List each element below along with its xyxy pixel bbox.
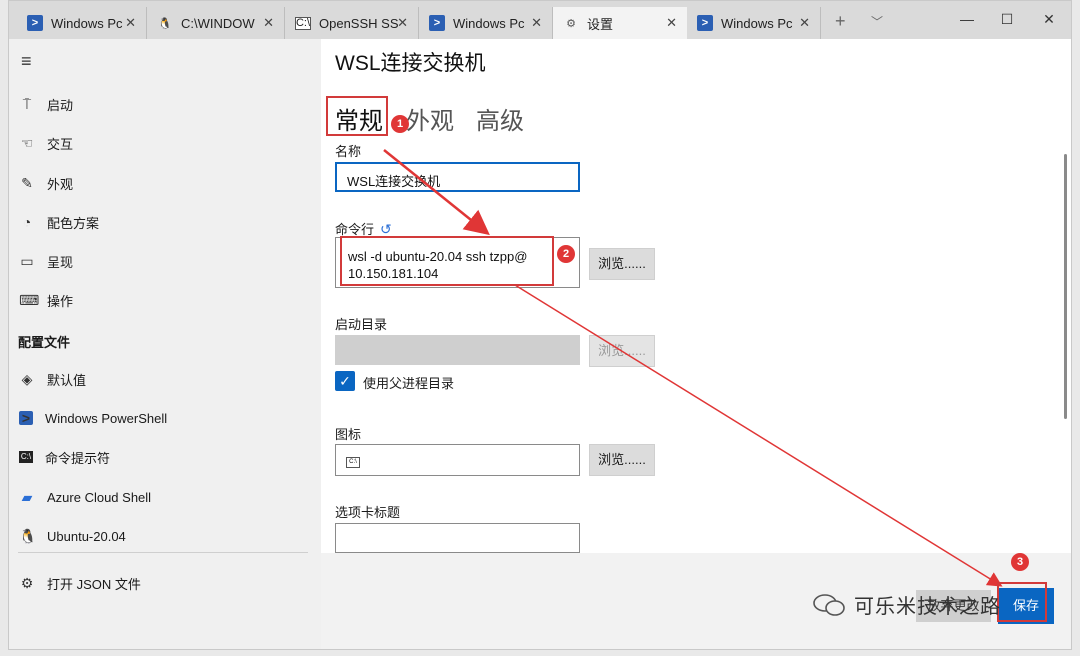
annotation-badge-2: 2	[557, 245, 575, 263]
annotation-arrow-2	[514, 284, 1003, 587]
annotation-box-commandline	[340, 236, 554, 286]
wechat-logo-icon	[813, 593, 845, 616]
annotation-arrow-1	[383, 149, 490, 236]
annotation-arrows	[383, 149, 1003, 587]
watermark-text: 可乐米技术之路	[854, 596, 1001, 618]
annotation-box-general	[326, 96, 388, 136]
annotation-badge-3: 3	[1011, 553, 1029, 571]
watermark: 可乐米技术之路	[812, 590, 1001, 619]
annotation-box-save	[997, 582, 1047, 622]
annotation-badge-1: 1	[391, 115, 409, 133]
